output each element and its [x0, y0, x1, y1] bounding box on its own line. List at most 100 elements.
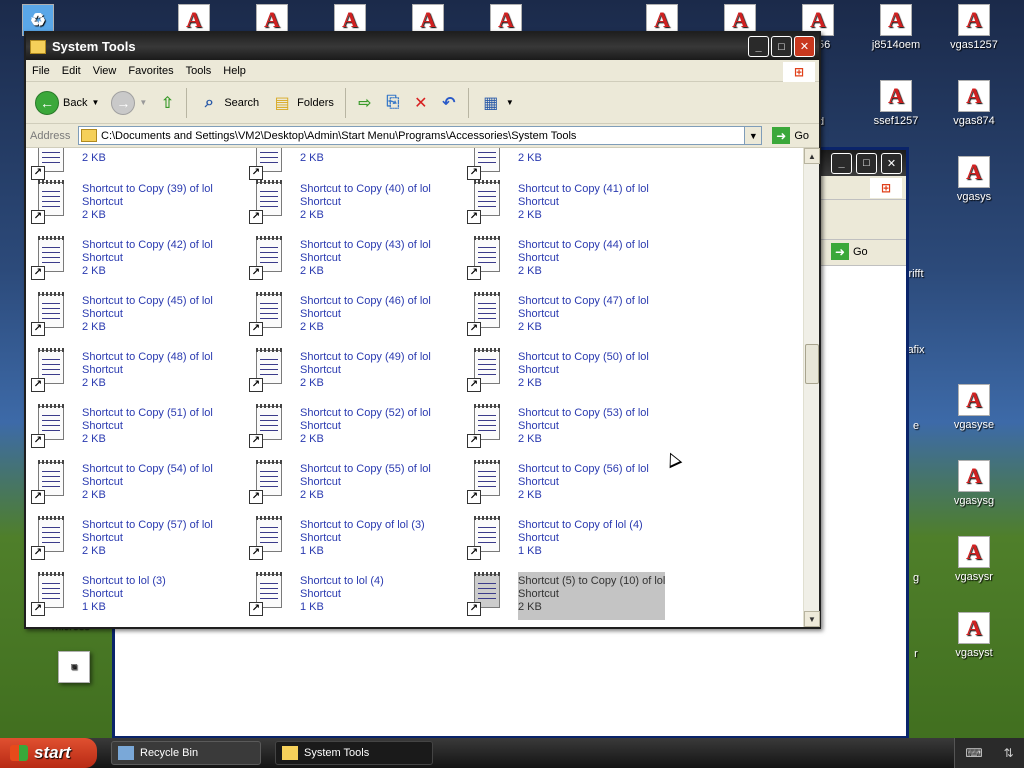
scroll-thumb[interactable]	[805, 344, 819, 384]
file-type: Shortcut	[518, 588, 559, 600]
file-name: Shortcut to lol (3)	[82, 575, 166, 587]
move-to-icon[interactable]: ⇨	[354, 92, 376, 114]
file-item[interactable]: ↗ Shortcut to Copy (52) of lol Shortcut 2 K…	[248, 404, 458, 452]
file-details: Shortcut to Copy (45) of lol Shortcut 2 KB	[82, 292, 213, 340]
desktop-icon[interactable]: Avgas1257	[938, 4, 1010, 51]
notepad-shortcut-icon: ↗	[30, 292, 72, 338]
go-label[interactable]: Go	[853, 246, 868, 258]
network-icon[interactable]: ⇅	[1004, 746, 1014, 760]
file-item[interactable]: ↗ Shortcut to Copy (49) of lol Shortcut 2 K…	[248, 348, 458, 396]
file-item[interactable]: ↗ Shortcut2 KB	[30, 148, 240, 184]
file-name: Shortcut to Copy (44) of lol	[518, 239, 649, 251]
delete-icon[interactable]: ✕	[410, 92, 432, 114]
file-item[interactable]: ↗ Shortcut to Copy (54) of lol Shortcut 2 K…	[30, 460, 240, 508]
file-item[interactable]: ↗ Shortcut to lol (4) Shortcut 1 KB	[248, 572, 458, 620]
keyboard-icon[interactable]: ⌨	[965, 746, 982, 760]
forward-dropdown-icon[interactable]: ▼	[139, 98, 147, 107]
views-button[interactable]: ▦ ▼	[477, 87, 517, 119]
search-button[interactable]: ⌕ Search	[195, 87, 262, 119]
file-item[interactable]: ↗ Shortcut to Copy (50) of lol Shortcut 2 K…	[466, 348, 676, 396]
forward-button[interactable]: → ▼	[108, 87, 150, 119]
desktop-icon[interactable]: Avgasyst	[938, 612, 1010, 659]
file-list[interactable]: ↗Shortcut2 KB↗Shortcut2 KB↗Shortcut2 KB↗…	[26, 148, 803, 627]
maximize-button[interactable]: □	[771, 36, 792, 57]
file-name: Shortcut to Copy (49) of lol	[300, 351, 431, 363]
desktop-icon[interactable]: Aj8514oem	[860, 4, 932, 51]
vertical-scrollbar[interactable]: ▲ ▼	[803, 148, 820, 627]
file-item[interactable]: ↗ Shortcut to Copy (46) of lol Shortcut 2 K…	[248, 292, 458, 340]
file-details: Shortcut2 KB	[300, 148, 341, 184]
folder-icon	[81, 129, 97, 142]
file-size: 1 KB	[82, 601, 106, 613]
file-details: Shortcut to lol (4) Shortcut 1 KB	[300, 572, 384, 620]
titlebar[interactable]: System Tools _ □ ✕	[26, 33, 819, 60]
file-item[interactable]: ↗ Shortcut2 KB	[248, 148, 458, 184]
desktop-icon[interactable]: Avgasyse	[938, 384, 1010, 431]
close-button[interactable]: ✕	[794, 36, 815, 57]
close-icon[interactable]: ✕	[881, 152, 902, 174]
file-item[interactable]: ↗ Shortcut to Copy of lol (3) Shortcut 1 KB	[248, 516, 458, 564]
file-item[interactable]: ↗ Shortcut to Copy (55) of lol Shortcut 2 K…	[248, 460, 458, 508]
undo-icon[interactable]: ↶	[438, 92, 460, 114]
file-item[interactable]: ↗ Shortcut to lol (3) Shortcut 1 KB	[30, 572, 240, 620]
go-button[interactable]: ➜ Go	[766, 127, 815, 144]
desktop-icon[interactable]: Avgas874	[938, 80, 1010, 127]
file-item[interactable]: ↗ Shortcut to Copy (39) of lol Shortcut 2 K…	[30, 180, 240, 228]
file-item[interactable]: ↗ Shortcut to Copy (47) of lol Shortcut 2 K…	[466, 292, 676, 340]
file-details: Shortcut to Copy (40) of lol Shortcut 2 KB	[300, 180, 431, 228]
start-button[interactable]: start	[0, 738, 97, 768]
notepad-shortcut-icon: ↗	[30, 460, 72, 506]
file-item[interactable]: ↗ Shortcut to Copy (40) of lol Shortcut 2 K…	[248, 180, 458, 228]
back-button[interactable]: ← Back ▼	[32, 87, 102, 119]
file-item[interactable]: ↗ Shortcut to Copy of lol (4) Shortcut 1 KB	[466, 516, 676, 564]
file-details: Shortcut to Copy (57) of lol Shortcut 2 KB	[82, 516, 213, 564]
minimize-icon[interactable]: _	[831, 152, 852, 174]
file-item[interactable]: ↗ Shortcut (5) to Copy (10) of lol Shortcu…	[466, 572, 676, 620]
shortcut-arrow-icon: ↗	[31, 378, 45, 392]
up-folder-icon[interactable]: ⇧	[156, 92, 178, 114]
task-system-tools[interactable]: System Tools	[275, 741, 433, 765]
desktop-icon[interactable]: Avgasysg	[938, 460, 1010, 507]
notepad-shortcut-icon: ↗	[248, 292, 290, 338]
address-input[interactable]: C:\Documents and Settings\VM2\Desktop\Ad…	[78, 126, 763, 145]
menu-favorites[interactable]: Favorites	[122, 65, 179, 77]
file-item[interactable]: ↗ Shortcut to Copy (44) of lol Shortcut 2 K…	[466, 236, 676, 284]
file-item[interactable]: ↗ Shortcut to Copy (41) of lol Shortcut 2 K…	[466, 180, 676, 228]
go-arrow-icon[interactable]: ➜	[831, 243, 849, 260]
desktop-icon[interactable]: Avgasys	[938, 156, 1010, 203]
desktop-icon[interactable]: Assef1257	[860, 80, 932, 127]
scroll-down-icon[interactable]: ▼	[804, 611, 820, 627]
file-item[interactable]: ↗ Shortcut to Copy (43) of lol Shortcut 2 K…	[248, 236, 458, 284]
address-dropdown-icon[interactable]: ▼	[744, 127, 762, 144]
explorer-window[interactable]: System Tools _ □ ✕ File Edit View Favori…	[24, 31, 821, 629]
taskbar: start Recycle Bin System Tools ⌨ ⇅	[0, 738, 1024, 768]
menu-help[interactable]: Help	[217, 65, 252, 77]
file-item[interactable]: ↗ Shortcut to Copy (57) of lol Shortcut 2 K…	[30, 516, 240, 564]
folders-button[interactable]: ▤ Folders	[268, 87, 337, 119]
notepad-shortcut-icon: ↗	[248, 180, 290, 226]
file-name: Shortcut to Copy (55) of lol	[300, 463, 431, 475]
file-size: 2 KB	[300, 377, 324, 389]
file-type: Shortcut	[82, 588, 123, 600]
file-item[interactable]: ↗ Shortcut to Copy (42) of lol Shortcut 2 K…	[30, 236, 240, 284]
minimize-button[interactable]: _	[748, 36, 769, 57]
file-item[interactable]: ↗ Shortcut to Copy (45) of lol Shortcut 2 K…	[30, 292, 240, 340]
menu-file[interactable]: File	[26, 65, 56, 77]
menu-tools[interactable]: Tools	[180, 65, 218, 77]
desktop-icon[interactable]: Avgasysr	[938, 536, 1010, 583]
file-item[interactable]: ↗ Shortcut to Copy (53) of lol Shortcut 2 K…	[466, 404, 676, 452]
desktop-icon-label: vgas1257	[950, 39, 998, 51]
file-item[interactable]: ↗ Shortcut2 KB	[466, 148, 676, 184]
file-item[interactable]: ↗ Shortcut to Copy (48) of lol Shortcut 2 K…	[30, 348, 240, 396]
file-item[interactable]: ↗ Shortcut to Copy (56) of lol Shortcut 2 K…	[466, 460, 676, 508]
task-recycle-bin[interactable]: Recycle Bin	[111, 741, 261, 765]
back-dropdown-icon[interactable]: ▼	[91, 98, 99, 107]
copy-to-icon[interactable]: ⎘	[382, 92, 404, 114]
maximize-icon[interactable]: □	[856, 152, 877, 174]
menu-view[interactable]: View	[87, 65, 123, 77]
scroll-up-icon[interactable]: ▲	[804, 148, 820, 164]
menu-edit[interactable]: Edit	[56, 65, 87, 77]
task-label: System Tools	[304, 747, 370, 759]
shortcut-arrow-icon: ↗	[249, 378, 263, 392]
file-item[interactable]: ↗ Shortcut to Copy (51) of lol Shortcut 2 K…	[30, 404, 240, 452]
